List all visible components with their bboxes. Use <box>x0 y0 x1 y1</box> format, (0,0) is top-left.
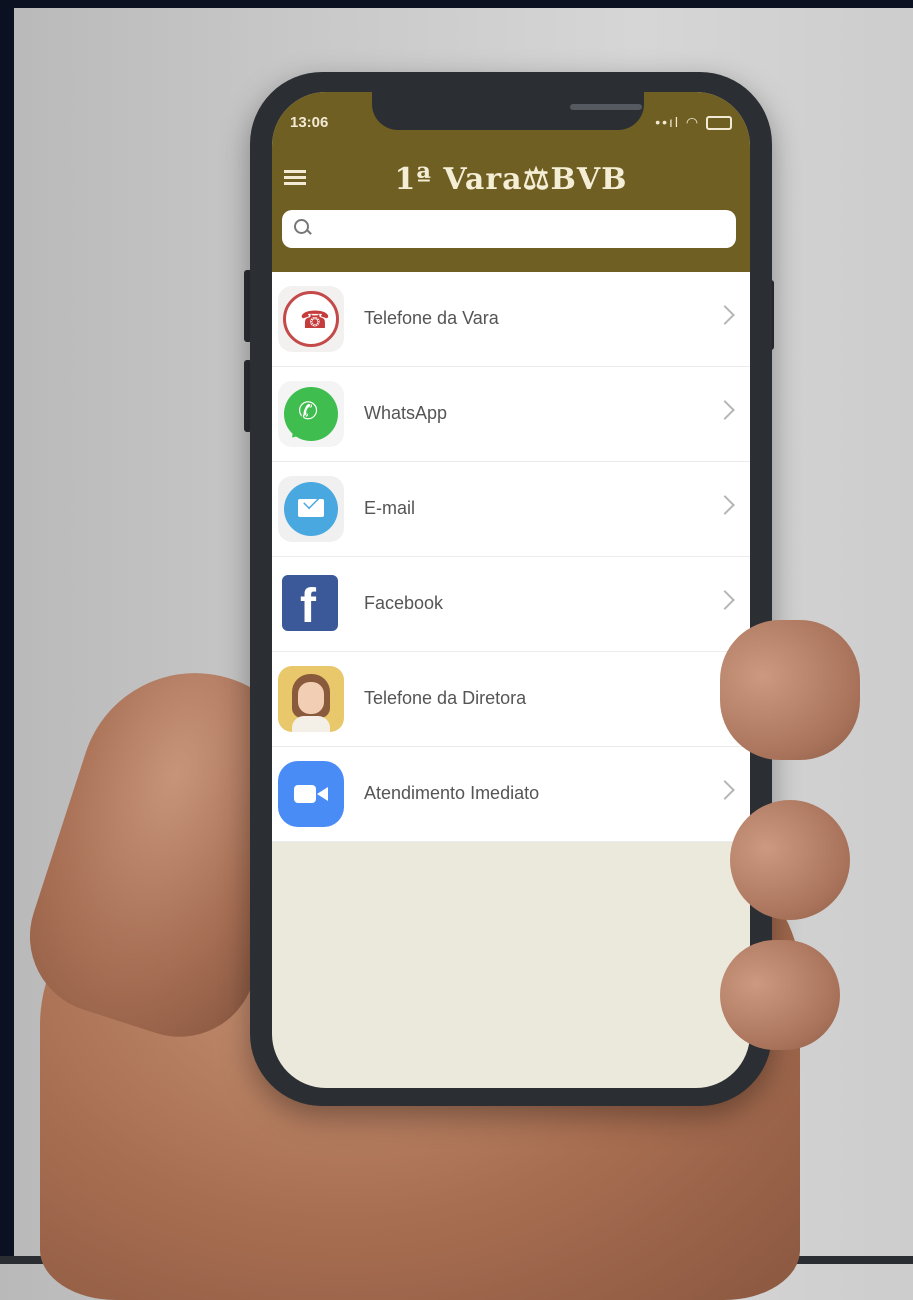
list-item-label: Telefone da Vara <box>364 308 499 328</box>
finger-index <box>720 620 860 760</box>
list-item-telefone-vara[interactable]: ☎ Telefone da Vara <box>272 272 750 367</box>
chevron-right-icon <box>715 400 735 420</box>
list-item-whatsapp[interactable]: ✆ WhatsApp <box>272 367 750 462</box>
list-item-label: E-mail <box>364 498 416 518</box>
list-item-atendimento-imediato[interactable]: Atendimento Imediato <box>272 747 750 842</box>
video-camera-icon <box>278 761 344 827</box>
chevron-right-icon <box>715 495 735 515</box>
whatsapp-icon: ✆ <box>278 381 344 447</box>
avatar-icon <box>278 666 344 732</box>
list-item-facebook[interactable]: f Facebook <box>272 557 750 652</box>
top-dark-border <box>0 0 913 8</box>
finger-ring <box>720 940 840 1050</box>
facebook-icon: f <box>282 575 338 631</box>
list-item-telefone-diretora[interactable]: Telefone da Diretora <box>272 652 750 747</box>
search-icon <box>294 219 309 234</box>
search-input[interactable] <box>316 216 720 244</box>
finger-middle <box>730 800 850 920</box>
search-bar[interactable] <box>282 210 736 248</box>
list-item-label: Facebook <box>364 593 444 613</box>
phone-screen: 13:06 ••ıl ◠ 1ª Vara⚖BVB ☎ Telefone da V… <box>272 92 750 1088</box>
chevron-right-icon <box>715 780 735 800</box>
list-item-email[interactable]: E-mail <box>272 462 750 557</box>
chevron-right-icon <box>715 590 735 610</box>
signal-wifi-icons: ••ıl ◠ <box>655 114 701 130</box>
contact-list: ☎ Telefone da Vara ✆ WhatsApp E-mail f F… <box>272 272 750 842</box>
phone-call-icon: ☎ <box>278 286 344 352</box>
status-icons: ••ıl ◠ <box>655 114 732 131</box>
list-item-label: Atendimento Imediato <box>364 783 540 803</box>
chevron-right-icon <box>715 305 735 325</box>
speaker-grille <box>570 104 642 110</box>
left-dark-border <box>0 0 14 1264</box>
app-title: 1ª Vara⚖BVB <box>394 162 628 197</box>
list-item-label: WhatsApp <box>364 403 448 423</box>
list-item-label: Telefone da Diretora <box>364 688 527 708</box>
app-header: 13:06 ••ıl ◠ 1ª Vara⚖BVB <box>272 92 750 272</box>
phone-notch <box>372 92 644 130</box>
battery-icon <box>706 116 732 131</box>
email-icon <box>278 476 344 542</box>
status-time: 13:06 <box>290 114 329 131</box>
